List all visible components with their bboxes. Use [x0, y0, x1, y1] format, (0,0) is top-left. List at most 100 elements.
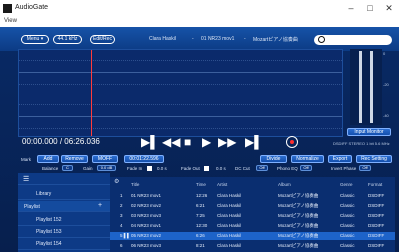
cell-format: DSDIFF [368, 223, 385, 228]
meter-right [370, 51, 373, 123]
waveform-gridline [19, 104, 342, 105]
table-row[interactable]: 3 03 NR23 mov3 7:25 Clara Haskil Mozartピアノ協奏… [110, 212, 395, 220]
cell-num: 6 [120, 243, 123, 248]
cell-album: Mozartピアノ協奏曲 [278, 223, 319, 228]
record-button[interactable] [286, 136, 298, 148]
sidebar-playlist-header: Playlist + [18, 201, 110, 212]
fade-out-checkbox[interactable] [204, 166, 209, 171]
divide-button[interactable]: Divide [260, 155, 287, 163]
remove-mark-button[interactable]: Remove [61, 155, 88, 163]
cell-album: Mozartピアノ協奏曲 [278, 203, 319, 208]
balance-field[interactable]: C [62, 165, 73, 171]
column-header-artist[interactable]: Artist [217, 182, 227, 187]
sidebar-header: ☰ [18, 173, 110, 185]
add-playlist-icon[interactable]: + [98, 202, 102, 209]
sidebar-item-label: Playlist [24, 204, 40, 210]
sample-rate-button[interactable]: 44.1 kHz [53, 35, 82, 44]
fast-forward-icon[interactable]: ▶▶ [218, 135, 236, 149]
cell-format: DSDIFF [368, 213, 385, 218]
cell-album: Mozartピアノ協奏曲 [278, 243, 319, 248]
table-row[interactable]: 5 ▌▌ 05 NR23 mov2 6:26 Clara Haskil Mozartピア… [110, 232, 395, 240]
column-header-genre[interactable]: Genre [340, 182, 353, 187]
table-row[interactable]: 4 04 NR23 mov1 12:30 Clara Haskil Mozartピアノ協… [110, 222, 395, 230]
cell-genre: Classic [340, 213, 355, 218]
cell-time: 12:26 [196, 193, 208, 198]
table-row[interactable]: 6 06 NR23 mov3 8:21 Clara Haskil Mozartピアノ協奏… [110, 242, 395, 250]
cell-genre: Classic [340, 203, 355, 208]
table-row[interactable]: 2 02 NR23 mov2 6:21 Clara Haskil Mozartピアノ協奏… [110, 202, 395, 210]
phono-eq-toggle[interactable]: Off [300, 165, 312, 171]
cell-time: 7:25 [196, 213, 205, 218]
cell-artist: Clara Haskil [217, 193, 242, 198]
cell-artist: Clara Haskil [217, 243, 242, 248]
toolbar: Menu ▾ 44.1 kHz Edit/Rec Clara Haskil - … [0, 27, 399, 51]
export-button[interactable]: Export [328, 155, 352, 163]
invert-phase-toggle[interactable]: Off [359, 165, 371, 171]
column-header-title[interactable]: Title [131, 182, 139, 187]
fade-in-value: 0.0 s [157, 166, 167, 171]
edit-bar: Mark Add Remove MOFF 00:01:22.596 Divide… [0, 151, 399, 172]
cell-num: 4 [120, 223, 123, 228]
minimize-icon[interactable]: – [345, 3, 357, 14]
column-header-format[interactable]: Format [368, 182, 382, 187]
cell-num: 2 [120, 203, 123, 208]
input-monitor-button[interactable]: Input Monitor [347, 128, 391, 136]
sidebar-item-label: Library [36, 191, 52, 197]
cell-artist: Clara Haskil [217, 213, 242, 218]
track-title: 01 NR23 mov1 [201, 36, 235, 42]
cell-format: DSDIFF [368, 243, 385, 248]
window-titlebar: AudioGate – □ ✕ [0, 0, 399, 17]
rec-setting-button[interactable]: Rec Setting [356, 155, 392, 163]
column-header-album[interactable]: Album [278, 182, 291, 187]
sidebar-item-playlist-153[interactable]: Playlist 153 [18, 226, 110, 238]
sidebar-item-playlist-154[interactable]: Playlist 154 [18, 238, 110, 250]
table-row[interactable]: 1 01 NR23 mov1 12:26 Clara Haskil Mozartピアノ協… [110, 192, 395, 200]
waveform-gridline [19, 60, 342, 61]
meter-scale-mid: -20 [383, 82, 389, 87]
sidebar-item-label: Playlist 153 [36, 229, 62, 235]
stream-info: DSDIFF STEREO 1 bit 5.6 MHz [333, 141, 390, 146]
waveform-gridline [19, 84, 342, 85]
dc-cut-toggle[interactable]: Off [256, 165, 268, 171]
cell-title: 06 NR23 mov3 [131, 243, 162, 248]
gain-field[interactable]: 0.0 dB [97, 165, 116, 171]
waveform-view[interactable] [18, 49, 343, 137]
cell-album: Mozartピアノ協奏曲 [278, 213, 319, 218]
playhead-marker[interactable] [91, 50, 92, 136]
cell-num: 1 [120, 193, 123, 198]
sidebar-item-library[interactable]: Library [18, 186, 110, 200]
menu-button[interactable]: Menu ▾ [21, 35, 49, 44]
settings-icon[interactable]: ⚙ [114, 178, 119, 185]
normalize-button[interactable]: Normalize [291, 155, 324, 163]
add-mark-button[interactable]: Add [37, 155, 59, 163]
fade-in-checkbox[interactable] [147, 166, 152, 171]
edit-file-button[interactable]: Edit/Rec [90, 35, 115, 44]
column-header-time[interactable]: Time [196, 182, 206, 187]
cell-time: 6:21 [196, 203, 205, 208]
cell-format: DSDIFF [368, 203, 385, 208]
dc-cut-label: DC Cut [235, 166, 250, 171]
meter-scale-top: 0 [383, 51, 386, 56]
cell-genre: Classic [340, 223, 355, 228]
maximize-icon[interactable]: □ [364, 3, 376, 14]
search-input[interactable] [314, 35, 392, 45]
cell-title: 04 NR23 mov1 [131, 223, 162, 228]
cell-num: 5 ▌▌ [120, 233, 131, 238]
track-artist: Clara Haskil [149, 36, 176, 42]
stop-icon[interactable]: ■ [184, 135, 191, 149]
mark-time-field[interactable]: 00:01:22.596 [124, 155, 164, 163]
close-icon[interactable]: ✕ [383, 3, 395, 14]
separator-1: - [192, 36, 194, 42]
next-track-icon[interactable]: ▶▌ [245, 135, 263, 149]
app-logo-icon [3, 4, 12, 13]
invert-phase-label: Invert Phase [331, 166, 357, 171]
phono-eq-label: Phono EQ [277, 166, 298, 171]
play-pause-icon[interactable]: ▶▌ [141, 135, 159, 149]
menu-view[interactable]: View [4, 18, 17, 24]
rewind-icon[interactable]: ◀◀ [162, 135, 180, 149]
window-title: AudioGate [15, 4, 49, 11]
sidebar-item-playlist-152[interactable]: Playlist 152 [18, 214, 110, 226]
sidebar: ☰ Library Playlist + Playlist 152 Playli… [18, 173, 110, 252]
play-icon[interactable]: ▶ [202, 135, 211, 149]
mark-mode-select[interactable]: MOFF [92, 155, 118, 163]
